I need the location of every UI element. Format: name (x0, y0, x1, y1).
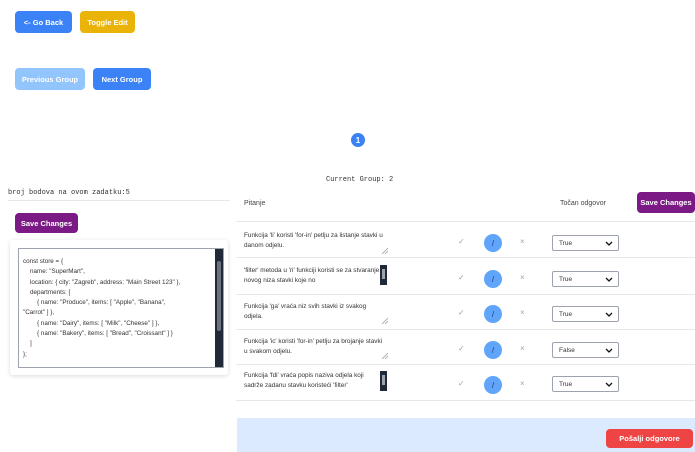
answer-select-value: True (559, 239, 573, 247)
question-text-4[interactable]: Funkcija 'ic' koristi 'for-in' petlju za… (244, 337, 384, 357)
cross-icon[interactable]: × (520, 237, 525, 246)
slash-icon[interactable]: / (484, 341, 502, 359)
slash-icon[interactable]: / (484, 270, 502, 288)
check-icon[interactable]: ✓ (458, 273, 465, 282)
resize-grip-icon[interactable] (382, 248, 388, 254)
column-header-answer: Točan odgovor (560, 200, 606, 207)
chevron-down-icon (605, 348, 613, 353)
question-text-2[interactable]: 'filter' metoda u 'ri' funkciji koristi … (244, 266, 384, 286)
slash-icon[interactable]: / (484, 305, 502, 323)
slash-icon[interactable]: / (484, 376, 502, 394)
code-scrollbar-thumb[interactable] (217, 261, 221, 331)
left-divider (8, 200, 230, 201)
answer-select-1[interactable]: True (552, 235, 619, 251)
left-save-changes-button[interactable]: Save Changes (15, 213, 78, 233)
row-divider (236, 294, 695, 295)
code-text: const store = { name: "SuperMart", locat… (23, 258, 181, 358)
question-text-5[interactable]: Funkcija 'fdi' vraća popis naziva odjela… (244, 371, 384, 391)
previous-group-button[interactable]: Previous Group (15, 68, 85, 90)
answer-select-value: True (559, 380, 573, 388)
header-divider (236, 221, 695, 222)
answer-select-4[interactable]: False (552, 342, 619, 358)
answer-select-value: False (559, 346, 575, 354)
chevron-down-icon (605, 312, 613, 317)
answer-select-value: True (559, 310, 573, 318)
points-label: broj bodova na ovom zadatku:5 (8, 189, 130, 197)
code-card: const store = { name: "SuperMart", locat… (10, 240, 228, 375)
resize-grip-icon[interactable] (382, 353, 388, 359)
answer-select-5[interactable]: True (552, 376, 619, 392)
question-scrollbar[interactable] (380, 371, 387, 391)
check-icon[interactable]: ✓ (458, 308, 465, 317)
toggle-edit-button[interactable]: Toggle Edit (80, 11, 135, 33)
cross-icon[interactable]: × (520, 273, 525, 282)
cross-icon[interactable]: × (520, 379, 525, 388)
code-scrollbar[interactable] (215, 249, 223, 367)
row-divider (236, 364, 695, 365)
question-text-1[interactable]: Funkcija 'li' koristi 'for-in' petlju za… (244, 231, 384, 251)
question-text-3[interactable]: Funkcija 'ga' vraća niz svih stavki iz s… (244, 302, 384, 322)
table-save-changes-button[interactable]: Save Changes (637, 192, 695, 213)
check-icon[interactable]: ✓ (458, 237, 465, 246)
question-scrollbar-thumb[interactable] (382, 375, 385, 385)
answer-select-value: True (559, 275, 573, 283)
check-icon[interactable]: ✓ (458, 379, 465, 388)
next-group-button[interactable]: Next Group (93, 68, 151, 90)
chevron-down-icon (605, 241, 613, 246)
cross-icon[interactable]: × (520, 344, 525, 353)
question-scrollbar[interactable] (380, 265, 387, 285)
go-back-button[interactable]: <- Go Back (15, 11, 72, 33)
cross-icon[interactable]: × (520, 308, 525, 317)
row-divider (236, 400, 695, 401)
question-scrollbar-thumb[interactable] (382, 269, 385, 279)
answer-select-3[interactable]: True (552, 306, 619, 322)
current-group-label: Current Group: 2 (326, 176, 394, 184)
answer-select-2[interactable]: True (552, 271, 619, 287)
slash-icon[interactable]: / (484, 234, 502, 252)
column-header-question: Pitanje (244, 200, 266, 207)
page-number-1[interactable]: 1 (351, 133, 365, 147)
submit-answers-button[interactable]: Pošalji odgovore (606, 429, 693, 448)
chevron-down-icon (605, 277, 613, 282)
row-divider (236, 257, 695, 258)
code-textarea[interactable]: const store = { name: "SuperMart", locat… (18, 248, 224, 368)
row-divider (236, 329, 695, 330)
check-icon[interactable]: ✓ (458, 344, 465, 353)
chevron-down-icon (605, 382, 613, 387)
resize-grip-icon[interactable] (382, 318, 388, 324)
